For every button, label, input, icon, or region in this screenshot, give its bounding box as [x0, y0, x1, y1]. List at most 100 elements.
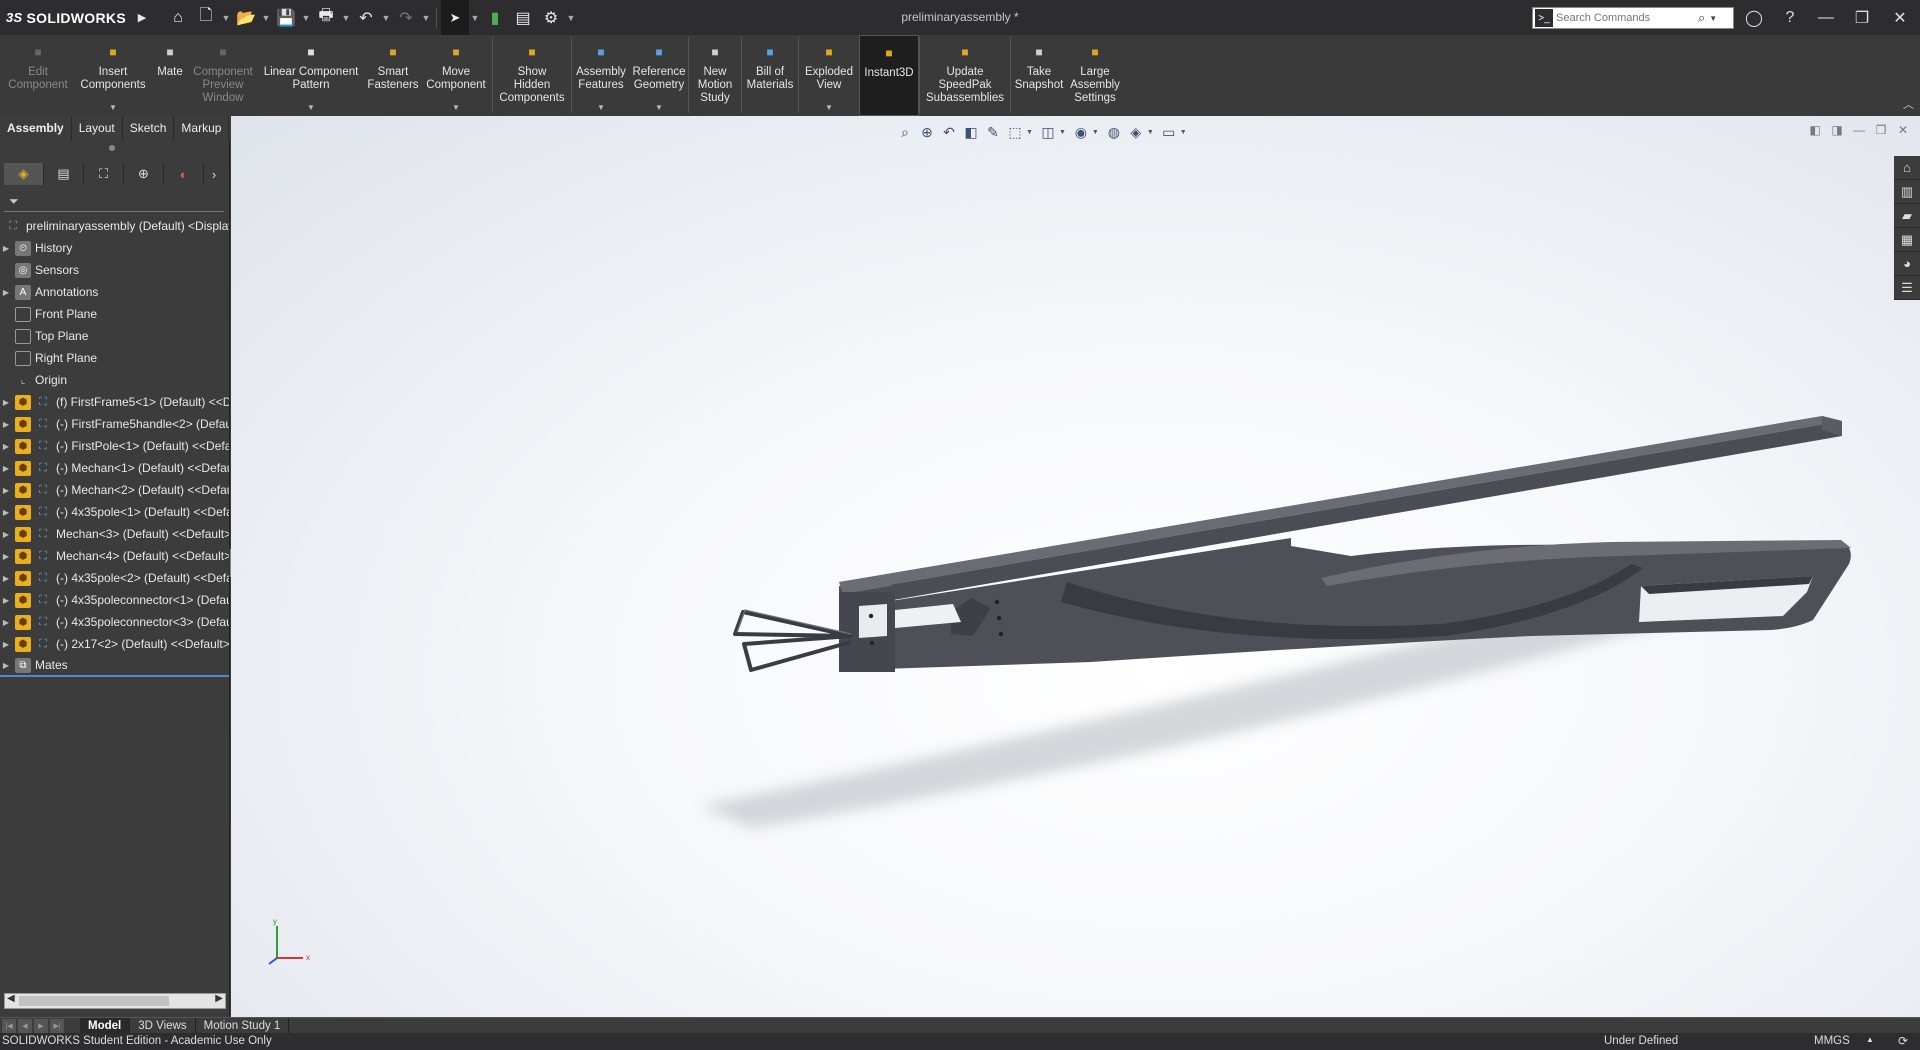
exploded-view-dropdown-icon[interactable]: ▼: [825, 101, 833, 114]
view-orientation-icon[interactable]: ⬚: [1004, 121, 1026, 143]
search-dropdown-icon[interactable]: ▼: [1709, 14, 1717, 23]
zoom-to-area-icon[interactable]: ⊕: [916, 121, 938, 143]
tree-component-node[interactable]: ▶⬢ ⛶ (-) 4x35pole<2> (Default) <<Default>_…: [0, 567, 229, 589]
reference-geometry-dropdown-icon[interactable]: ▼: [655, 101, 663, 114]
filter-icon[interactable]: ⏷: [9, 194, 19, 209]
account-icon[interactable]: ◯: [1736, 0, 1772, 35]
undo-icon[interactable]: ↶: [352, 0, 380, 35]
linear-component-pattern-dropdown-icon[interactable]: ▼: [307, 101, 315, 114]
dynamic-annotation-views-icon[interactable]: ✎: [982, 121, 1004, 143]
select-arrow-dropdown-icon[interactable]: ▼: [469, 0, 481, 35]
expand-arrow-icon[interactable]: ▶: [0, 596, 12, 605]
redo-dropdown-icon[interactable]: ▼: [420, 0, 432, 35]
tree-node[interactable]: Right Plane: [0, 347, 229, 369]
file-properties-icon[interactable]: ▤: [509, 0, 537, 35]
edit-appearance-icon[interactable]: ◍: [1103, 121, 1125, 143]
open-icon[interactable]: 📂: [232, 0, 260, 35]
expand-arrow-icon[interactable]: ▶: [0, 552, 12, 561]
collapse-ribbon-icon[interactable]: ︿: [1903, 96, 1914, 112]
reference-geometry-button[interactable]: ■ Reference Geometry ▼: [630, 35, 688, 116]
apply-scene-icon[interactable]: ◈: [1125, 121, 1147, 143]
expand-arrow-icon[interactable]: ▶: [0, 486, 12, 495]
expand-arrow-icon[interactable]: ▶: [0, 508, 12, 517]
assembly-model[interactable]: [231, 116, 1920, 1017]
expand-arrow-icon[interactable]: ▶: [0, 398, 12, 407]
exploded-view-button[interactable]: ■ Exploded View ▼: [799, 35, 859, 116]
bottom-tab-motion-study-1[interactable]: Motion Study 1: [196, 1017, 290, 1034]
tile-left-icon[interactable]: ◧: [1804, 122, 1826, 138]
tree-component-node[interactable]: ▶⬢ ⛶ (-) FirstPole<1> (Default) <<Default>…: [0, 435, 229, 457]
redo-icon[interactable]: ↷: [392, 0, 420, 35]
mate-button[interactable]: ■ Mate: [150, 35, 190, 116]
move-component-dropdown-icon[interactable]: ▼: [452, 101, 460, 114]
assembly-features-dropdown-icon[interactable]: ▼: [597, 101, 605, 114]
expand-arrow-icon[interactable]: ▶: [0, 661, 12, 670]
next-tab-icon[interactable]: ▶: [34, 1018, 48, 1033]
bottom-tab-3d-views[interactable]: 3D Views: [130, 1017, 196, 1034]
search-icon[interactable]: ⌕: [1698, 10, 1705, 26]
tree-node[interactable]: Top Plane: [0, 325, 229, 347]
viewport-close-icon[interactable]: ✕: [1892, 122, 1914, 138]
tree-component-node[interactable]: ▶⬢ ⛶ (-) 4x35poleconnector<1> (Default) <<…: [0, 589, 229, 611]
solidworks-logo[interactable]: 3S SOLIDWORKS: [0, 0, 132, 35]
expand-arrow-icon[interactable]: ▶: [0, 288, 12, 297]
expand-arrow-icon[interactable]: ▶: [0, 574, 12, 583]
scroll-right-icon[interactable]: ▶: [215, 993, 223, 1004]
new-motion-study-button[interactable]: ■ New Motion Study: [689, 35, 741, 116]
tree-node[interactable]: ◎ Sensors: [0, 259, 229, 281]
previous-view-icon[interactable]: ↶: [938, 121, 960, 143]
dimxpert-tab-icon[interactable]: ⊕: [124, 163, 164, 185]
design-library-icon[interactable]: ▥: [1894, 180, 1920, 204]
hide-show-items-dropdown-icon[interactable]: ▼: [1092, 129, 1099, 136]
tree-component-node[interactable]: ▶⬢ ⛶ (-) FirstFrame5handle<2> (Default) <<…: [0, 413, 229, 435]
display-style-dropdown-icon[interactable]: ▼: [1059, 129, 1066, 136]
expand-arrow-icon[interactable]: ▶: [0, 442, 12, 451]
tree-component-node[interactable]: ▶⬢ ⛶ (f) FirstFrame5<1> (Default) <<Defaul…: [0, 391, 229, 413]
solidworks-resources-icon[interactable]: ⌂: [1894, 156, 1920, 180]
minimize-button[interactable]: —: [1808, 0, 1844, 35]
search-commands-box[interactable]: >_ ⌕ ▼: [1532, 7, 1734, 29]
show-hidden-components-button[interactable]: ■ Show Hidden Components: [493, 35, 571, 116]
tree-component-node[interactable]: ▶⬢ ⛶ (-) 2x17<2> (Default) <<Default>_Disp…: [0, 633, 229, 655]
view-orientation-dropdown-icon[interactable]: ▼: [1026, 129, 1033, 136]
insert-components-button[interactable]: ■ Insert Components ▼: [76, 35, 150, 116]
expand-arrow-icon[interactable]: ▶: [0, 640, 12, 649]
featuremanager-filter[interactable]: ⏷: [4, 192, 224, 212]
units-dropdown-icon[interactable]: ▲: [1866, 1035, 1874, 1044]
view-palette-icon[interactable]: ▦: [1894, 228, 1920, 252]
expand-tabs-icon[interactable]: ›: [204, 163, 224, 185]
tile-right-icon[interactable]: ◨: [1826, 122, 1848, 138]
display-manager-tab-icon[interactable]: ◐: [164, 163, 204, 185]
tree-root[interactable]: ⛶ preliminaryassembly (Default) <Display…: [0, 215, 229, 237]
tree-node[interactable]: ⌞ Origin: [0, 369, 229, 391]
move-component-button[interactable]: ■ Move Component ▼: [420, 35, 492, 116]
undo-dropdown-icon[interactable]: ▼: [380, 0, 392, 35]
panel-grip[interactable]: [109, 145, 115, 151]
tab-layout[interactable]: Layout: [72, 116, 123, 141]
configurationmanager-tab-icon[interactable]: ⛶: [84, 163, 124, 185]
view-settings-icon[interactable]: ▭: [1158, 121, 1180, 143]
print-icon[interactable]: 🖶: [312, 0, 340, 35]
appearances-icon[interactable]: ◕: [1894, 252, 1920, 276]
smart-fasteners-button[interactable]: ■ Smart Fasteners: [366, 35, 420, 116]
rebuild-traffic-light-icon[interactable]: ▮: [481, 0, 509, 35]
expand-arrow-icon[interactable]: ▶: [0, 420, 12, 429]
featuremanager-horizontal-scrollbar[interactable]: ◀ ▶: [4, 993, 226, 1009]
insert-components-dropdown-icon[interactable]: ▼: [109, 101, 117, 114]
custom-properties-icon[interactable]: ☰: [1894, 276, 1920, 300]
linear-component-pattern-button[interactable]: ■ Linear Component Pattern ▼: [256, 35, 366, 116]
update-speedpak-button[interactable]: ■ Update SpeedPak Subassemblies: [920, 35, 1010, 116]
expand-arrow-icon[interactable]: ▶: [0, 618, 12, 627]
save-dropdown-icon[interactable]: ▼: [300, 0, 312, 35]
tab-assembly[interactable]: Assembly: [0, 116, 72, 141]
zoom-to-fit-icon[interactable]: ⌕: [894, 121, 916, 143]
unit-system[interactable]: MMGS: [1814, 1035, 1850, 1047]
tree-component-node[interactable]: ▶⬢ ⛶ (-) Mechan<2> (Default) <<Default>_Di…: [0, 479, 229, 501]
first-tab-icon[interactable]: |◀: [2, 1018, 16, 1033]
search-input[interactable]: [1556, 12, 1696, 24]
tree-node[interactable]: ▶ ⏲ History: [0, 237, 229, 259]
options-gear-dropdown-icon[interactable]: ▼: [565, 0, 577, 35]
take-snapshot-button[interactable]: ■ Take Snapshot: [1011, 35, 1067, 116]
tree-node[interactable]: ▶ A Annotations: [0, 281, 229, 303]
display-style-icon[interactable]: ◫: [1037, 121, 1059, 143]
